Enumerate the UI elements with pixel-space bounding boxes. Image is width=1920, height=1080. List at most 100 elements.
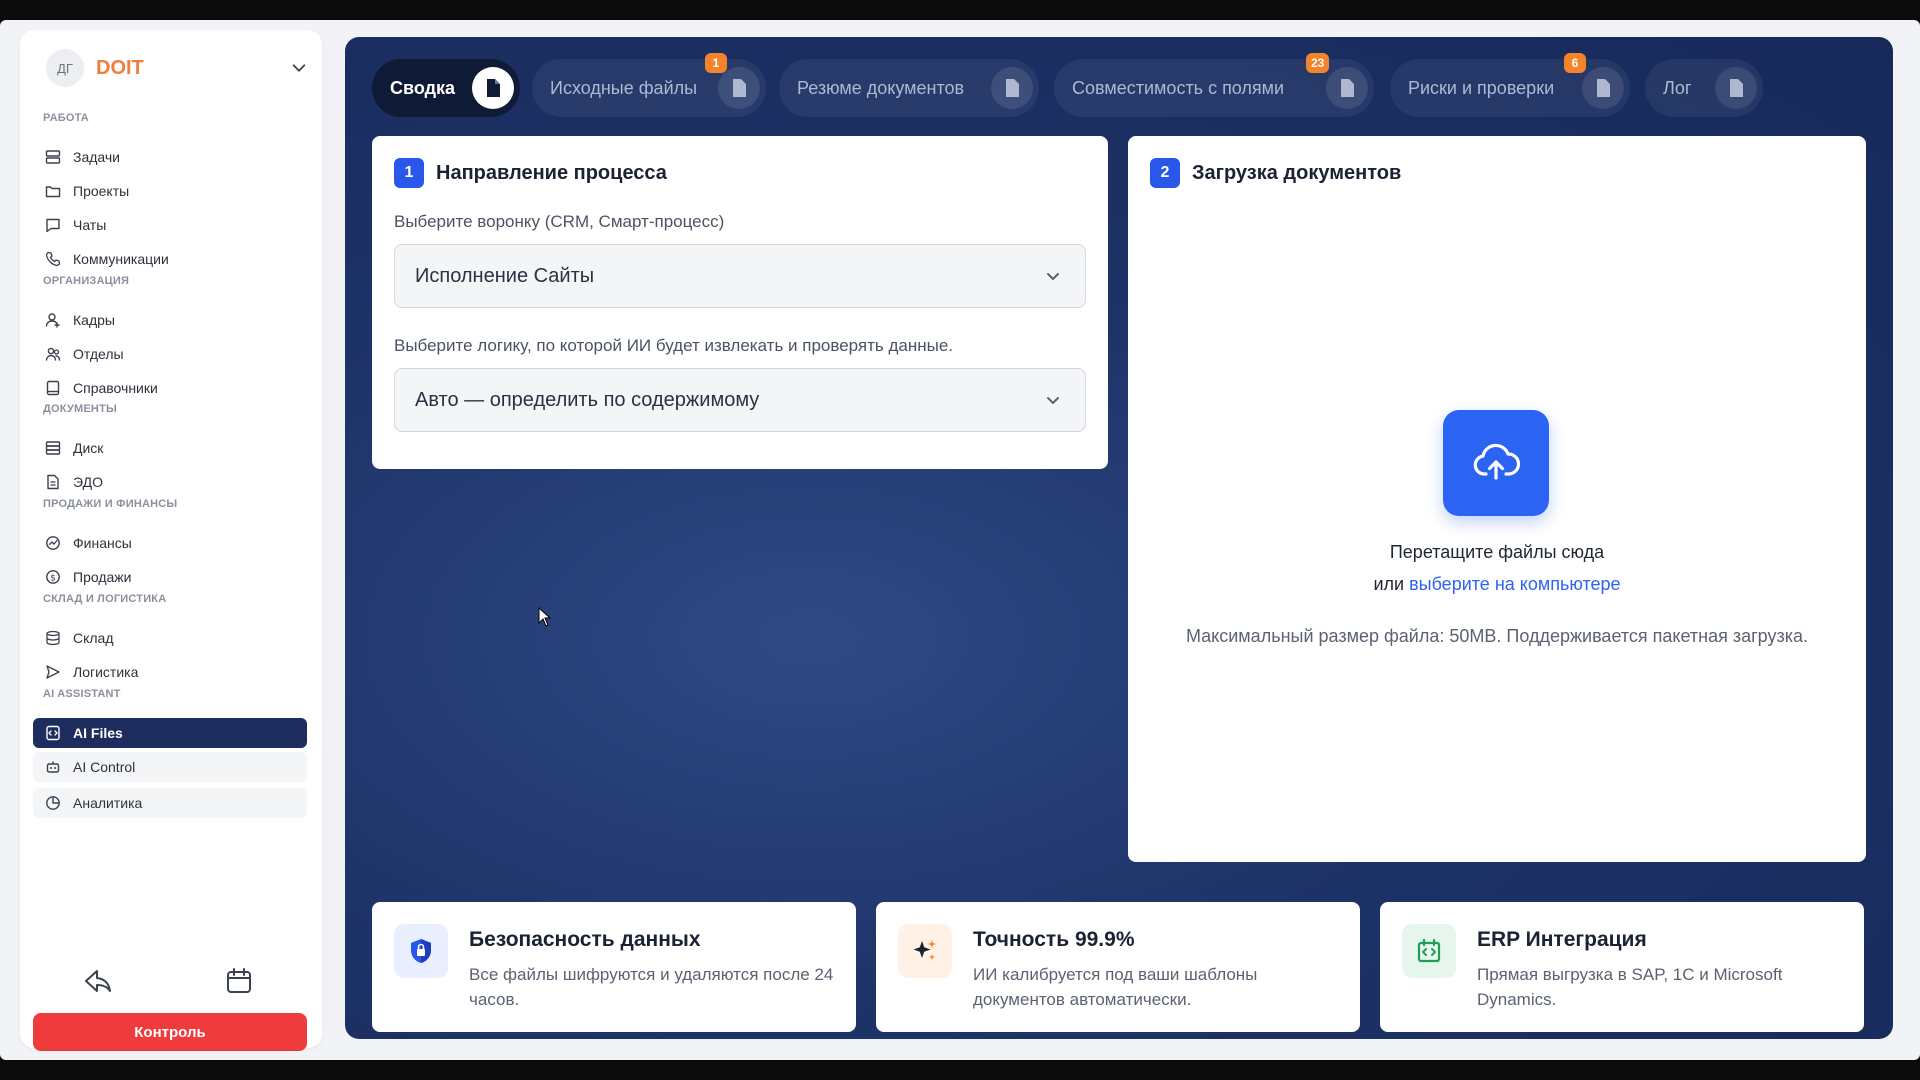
tab-label: Совместимость с полями (1072, 77, 1285, 98)
sidebar-item-label: Диск (73, 440, 104, 456)
chevron-down-icon (292, 64, 306, 72)
avatar: ДГ (46, 49, 84, 87)
sidebar-item-staff[interactable]: Кадры (33, 305, 307, 335)
sidebar-item-ai-control[interactable]: AI Control (33, 752, 307, 782)
choose-from-computer-link[interactable]: выберите на компьютере (1409, 574, 1620, 594)
tab-badge: 23 (1306, 53, 1330, 73)
logic-select[interactable]: Авто — определить по содержимому (394, 368, 1086, 432)
pie-chart-icon (44, 794, 62, 812)
tab-badge: 6 (1564, 53, 1586, 73)
sidebar-item-sales[interactable]: $ Продажи (33, 562, 307, 592)
sidebar-item-chats[interactable]: Чаты (33, 210, 307, 240)
sidebar-item-communications[interactable]: Коммуникации (33, 244, 307, 274)
sidebar-item-label: Склад (73, 630, 114, 646)
tab-badge: 1 (705, 53, 727, 73)
user-icon (44, 311, 62, 329)
calendar-icon[interactable] (224, 966, 254, 996)
tab-label: Сводка (390, 77, 456, 98)
warehouse-icon (44, 629, 62, 647)
users-icon (44, 345, 62, 363)
sidebar-item-label: AI Files (73, 725, 123, 741)
document-upload-card[interactable]: 2 Загрузка документов Перетащите файлы с… (1128, 136, 1866, 862)
main-panel: Сводка Исходные файлы 1 Резюме документо… (345, 37, 1893, 1039)
step-number: 2 (1150, 158, 1180, 188)
feature-card-erp: ERP Интеграция Прямая выгрузка в SAP, 1С… (1380, 902, 1864, 1032)
phone-icon (44, 250, 62, 268)
drop-text: Перетащите файлы сюда (1389, 542, 1605, 562)
upload-note: Максимальный размер файла: 50MB. Поддерж… (1185, 626, 1809, 646)
sidebar-item-projects[interactable]: Проекты (33, 176, 307, 206)
sparkles-icon (898, 924, 952, 978)
ai-file-icon (44, 724, 62, 742)
sidebar-item-ai-files[interactable]: AI Files (33, 718, 307, 748)
funnel-select[interactable]: Исполнение Сайты (394, 244, 1086, 308)
upload-button[interactable] (1443, 410, 1549, 516)
section-sales: ПРОДАЖИ И ФИНАНСЫ (43, 498, 178, 510)
sidebar-item-warehouse[interactable]: Склад (33, 623, 307, 653)
document-icon (1326, 67, 1368, 109)
shield-icon (394, 924, 448, 978)
section-organization: ОРГАНИЗАЦИЯ (43, 275, 130, 287)
step-number: 1 (394, 158, 424, 188)
tab-summary[interactable]: Сводка (372, 59, 520, 117)
feature-card-accuracy: Точность 99.9% ИИ калибруется под ваши ш… (876, 902, 1360, 1032)
sidebar-item-label: Продажи (73, 569, 132, 585)
send-icon (44, 663, 62, 681)
card-header: 1 Направление процесса (394, 158, 667, 188)
tasks-icon (44, 148, 62, 166)
book-icon (44, 379, 62, 397)
sidebar-item-label: Задачи (73, 149, 121, 165)
sidebar-item-label: Отделы (73, 346, 124, 362)
control-button[interactable]: Контроль (33, 1013, 307, 1051)
feature-description: Все файлы шифруются и удаляются после 24… (469, 965, 834, 1009)
back-arrow-icon[interactable] (83, 966, 113, 996)
tab-document-summary[interactable]: Резюме документов (779, 59, 1039, 117)
section-ai-assistant: AI ASSISTANT (43, 688, 121, 700)
chevron-down-icon (1047, 397, 1059, 404)
sidebar-item-label: Аналитика (73, 795, 143, 811)
sidebar-item-disk[interactable]: Диск (33, 433, 307, 463)
sidebar-item-label: Кадры (73, 312, 115, 328)
dollar-icon: $ (44, 568, 62, 586)
sidebar-item-label: Коммуникации (73, 251, 169, 267)
document-icon (1582, 67, 1624, 109)
document-icon (718, 67, 760, 109)
sidebar-item-directories[interactable]: Справочники (33, 373, 307, 403)
sidebar-item-label: Чаты (73, 217, 107, 233)
tab-label: Риски и проверки (1408, 77, 1555, 98)
sidebar-item-label: Логистика (73, 664, 139, 680)
select-file-line: или выберите на компьютере (1128, 574, 1866, 595)
tab-source-files[interactable]: Исходные файлы 1 (532, 53, 766, 117)
feature-title: ERP Интеграция (1477, 928, 1647, 951)
tab-log[interactable]: Лог (1645, 59, 1763, 117)
sidebar-item-label: ЭДО (73, 474, 103, 490)
code-box-icon (1402, 924, 1456, 978)
cloud-upload-icon (1473, 443, 1521, 480)
feature-title: Точность 99.9% (973, 928, 1135, 951)
chevron-down-icon (1047, 273, 1059, 280)
sidebar-item-logistics[interactable]: Логистика (33, 657, 307, 687)
sidebar-item-tasks[interactable]: Задачи (33, 142, 307, 172)
tab-label: Резюме документов (797, 77, 965, 98)
card-header: 2 Загрузка документов (1150, 158, 1401, 188)
logic-value: Авто — определить по содержимому (415, 388, 760, 411)
sidebar: ДГ DOIT РАБОТА Задачи Проекты Чаты Комму… (20, 30, 322, 1051)
tab-risks-checks[interactable]: Риски и проверки 6 (1390, 53, 1630, 117)
process-direction-card: 1 Направление процесса Выберите воронку … (372, 136, 1108, 469)
robot-icon (44, 758, 62, 776)
chat-icon (44, 216, 62, 234)
sidebar-item-analytics[interactable]: Аналитика (33, 788, 307, 818)
sidebar-item-departments[interactable]: Отделы (33, 339, 307, 369)
tab-field-compatibility[interactable]: Совместимость с полями 23 (1054, 53, 1374, 117)
sidebar-item-finance[interactable]: Финансы (33, 528, 307, 558)
or-text: или (1373, 574, 1405, 594)
workspace-switcher[interactable]: ДГ DOIT (46, 46, 308, 90)
funnel-value: Исполнение Сайты (415, 264, 595, 287)
document-icon (44, 473, 62, 491)
sidebar-item-edo[interactable]: ЭДО (33, 467, 307, 497)
database-icon (44, 439, 62, 457)
mouse-cursor-icon (538, 607, 552, 627)
document-icon (1715, 67, 1757, 109)
section-warehouse: СКЛАД И ЛОГИСТИКА (43, 593, 167, 605)
section-documents: ДОКУМЕНТЫ (43, 403, 117, 415)
